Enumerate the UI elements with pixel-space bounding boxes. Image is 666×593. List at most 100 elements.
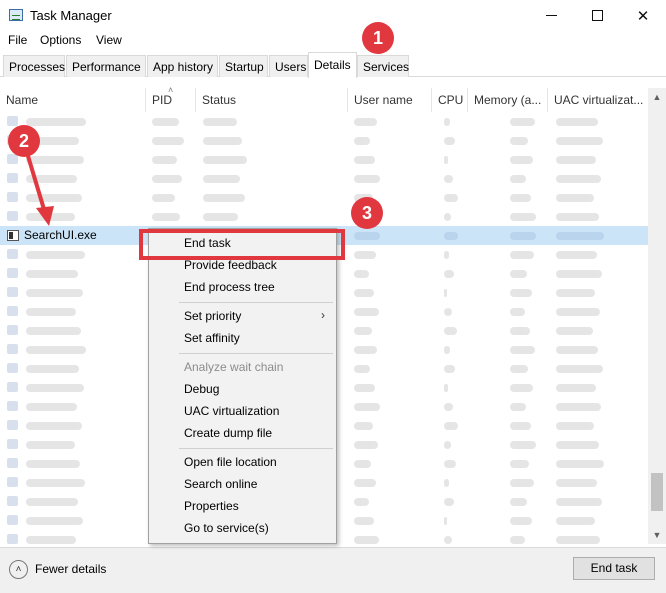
blurred-cell bbox=[26, 384, 84, 392]
menu-end-process-tree[interactable]: End process tree bbox=[150, 277, 335, 299]
blurred-cell bbox=[444, 270, 454, 278]
blurred-cell bbox=[510, 403, 526, 411]
process-icon bbox=[7, 249, 18, 259]
blurred-cell bbox=[556, 194, 594, 202]
blurred-cell bbox=[444, 156, 448, 164]
blurred-cell bbox=[444, 403, 453, 411]
column-user-name[interactable]: User name bbox=[348, 88, 432, 112]
blurred-cell bbox=[556, 232, 604, 240]
column-cpu[interactable]: CPU bbox=[432, 88, 468, 112]
blurred-cell bbox=[510, 232, 536, 240]
end-task-button[interactable]: End task bbox=[573, 557, 655, 580]
column-status[interactable]: Status bbox=[196, 88, 348, 112]
blurred-cell bbox=[444, 517, 447, 525]
blurred-cell bbox=[354, 422, 373, 430]
scroll-thumb[interactable] bbox=[651, 473, 663, 511]
blurred-cell bbox=[556, 156, 596, 164]
close-button[interactable]: ✕ bbox=[620, 0, 666, 31]
blurred-cell bbox=[203, 194, 245, 202]
column-memory[interactable]: Memory (a... bbox=[468, 88, 548, 112]
context-menu: End task Provide feedback End process tr… bbox=[148, 228, 337, 544]
vertical-scrollbar[interactable]: ▲ ▼ bbox=[648, 88, 666, 544]
blurred-cell bbox=[556, 365, 603, 373]
tab-users[interactable]: Users bbox=[269, 55, 308, 77]
tab-app-history[interactable]: App history bbox=[147, 55, 218, 77]
scroll-up-arrow[interactable]: ▲ bbox=[648, 88, 666, 106]
maximize-button[interactable] bbox=[574, 0, 620, 31]
column-name[interactable]: Name bbox=[0, 88, 146, 112]
process-icon bbox=[7, 420, 18, 430]
table-row[interactable] bbox=[0, 169, 648, 188]
blurred-cell bbox=[354, 118, 377, 126]
blurred-cell bbox=[444, 460, 456, 468]
blurred-cell bbox=[510, 536, 525, 544]
tab-services[interactable]: Services bbox=[357, 55, 409, 77]
menu-create-dump-file[interactable]: Create dump file bbox=[150, 423, 335, 445]
blurred-cell bbox=[26, 536, 76, 544]
blurred-cell bbox=[354, 327, 372, 335]
blurred-cell bbox=[354, 270, 369, 278]
menu-uac-virtualization[interactable]: UAC virtualization bbox=[150, 401, 335, 423]
blurred-cell bbox=[444, 327, 457, 335]
blurred-cell bbox=[26, 270, 78, 278]
blurred-cell bbox=[444, 232, 458, 240]
blurred-cell bbox=[354, 232, 380, 240]
blurred-cell bbox=[556, 289, 595, 297]
menu-separator bbox=[179, 353, 333, 354]
menu-file[interactable]: File bbox=[8, 33, 27, 47]
blurred-cell bbox=[510, 498, 527, 506]
menu-properties[interactable]: Properties bbox=[150, 496, 335, 518]
window-title: Task Manager bbox=[30, 8, 112, 23]
blurred-cell bbox=[354, 308, 379, 316]
tab-startup[interactable]: Startup bbox=[219, 55, 268, 77]
blurred-cell bbox=[354, 346, 377, 354]
blurred-cell bbox=[354, 156, 375, 164]
blurred-cell bbox=[26, 251, 85, 259]
column-uac-virtualization[interactable]: UAC virtualizat... bbox=[548, 88, 648, 112]
blurred-cell bbox=[556, 517, 595, 525]
process-icon bbox=[7, 477, 18, 487]
blurred-cell bbox=[510, 327, 530, 335]
selected-process-name: SearchUI.exe bbox=[24, 228, 97, 242]
scroll-down-arrow[interactable]: ▼ bbox=[648, 526, 666, 544]
tab-processes[interactable]: Processes bbox=[3, 55, 65, 77]
blurred-cell bbox=[556, 213, 599, 221]
blurred-cell bbox=[152, 194, 175, 202]
menu-options[interactable]: Options bbox=[40, 33, 81, 47]
menu-set-affinity[interactable]: Set affinity bbox=[150, 328, 335, 350]
blurred-cell bbox=[354, 460, 371, 468]
chevron-up-circle-icon[interactable]: ˄ bbox=[9, 560, 28, 579]
blurred-cell bbox=[556, 460, 604, 468]
table-row[interactable] bbox=[0, 188, 648, 207]
blurred-cell bbox=[152, 175, 182, 183]
table-row[interactable] bbox=[0, 150, 648, 169]
menu-view[interactable]: View bbox=[96, 33, 122, 47]
tab-performance[interactable]: Performance bbox=[66, 55, 146, 77]
menu-open-file-location[interactable]: Open file location bbox=[150, 452, 335, 474]
process-icon bbox=[7, 439, 18, 449]
table-row[interactable] bbox=[0, 131, 648, 150]
footer-bar: ˄ Fewer details End task bbox=[0, 547, 666, 593]
menu-search-online[interactable]: Search online bbox=[150, 474, 335, 496]
blurred-cell bbox=[556, 441, 599, 449]
blurred-cell bbox=[556, 479, 597, 487]
process-icon bbox=[7, 515, 18, 525]
table-row[interactable] bbox=[0, 207, 648, 226]
process-icon bbox=[7, 496, 18, 506]
menu-debug[interactable]: Debug bbox=[150, 379, 335, 401]
blurred-cell bbox=[26, 289, 83, 297]
tab-details[interactable]: Details bbox=[308, 52, 357, 78]
blurred-cell bbox=[26, 479, 85, 487]
menu-go-to-services[interactable]: Go to service(s) bbox=[150, 518, 335, 540]
menu-set-priority[interactable]: Set priority › bbox=[150, 306, 335, 328]
minimize-button[interactable] bbox=[528, 0, 574, 31]
table-row[interactable] bbox=[0, 112, 648, 131]
blurred-cell bbox=[556, 137, 603, 145]
blurred-cell bbox=[510, 517, 532, 525]
blurred-cell bbox=[26, 365, 79, 373]
fewer-details-link[interactable]: Fewer details bbox=[35, 562, 106, 576]
blurred-cell bbox=[152, 118, 179, 126]
menu-separator bbox=[179, 302, 333, 303]
process-icon bbox=[7, 382, 18, 392]
blurred-cell bbox=[556, 422, 594, 430]
